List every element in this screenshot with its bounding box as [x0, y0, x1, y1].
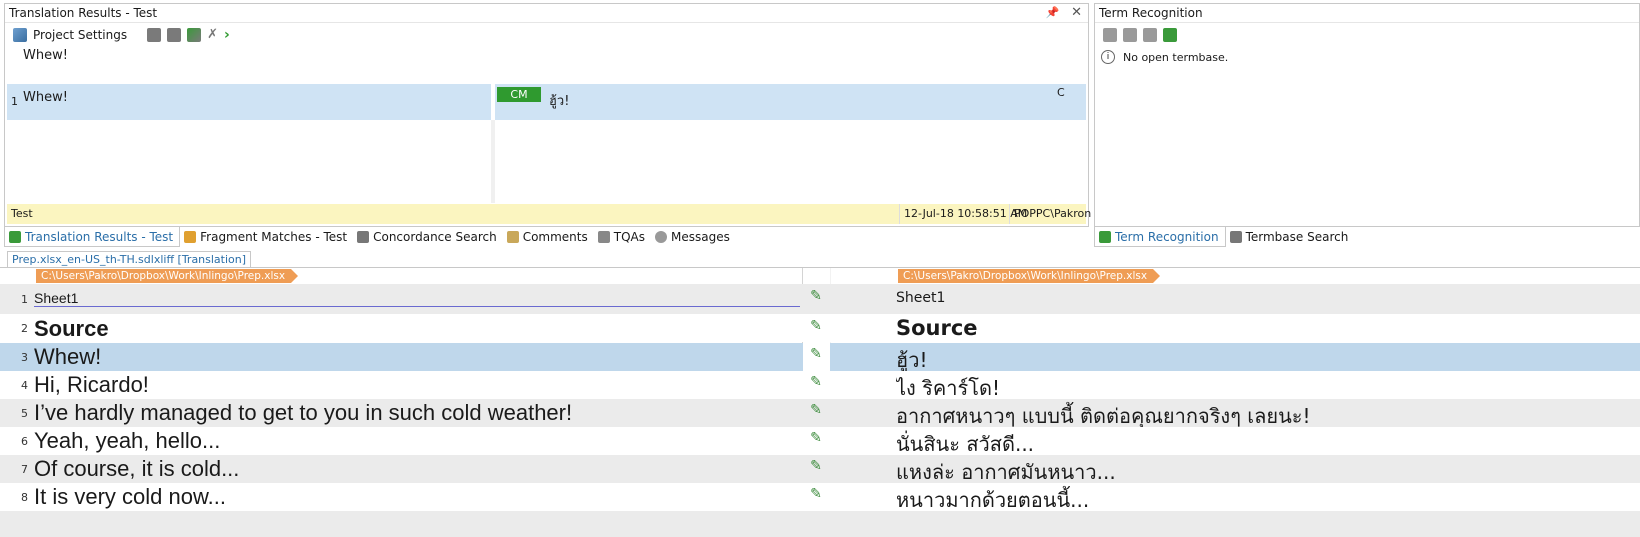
- segment-source[interactable]: I’ve hardly managed to get to you in suc…: [34, 400, 800, 426]
- match-divider: [491, 84, 495, 120]
- segment-source[interactable]: Hi, Ricardo!: [34, 372, 800, 398]
- term-list-icon[interactable]: [1143, 28, 1157, 42]
- term-recognition-tabs: Term Recognition Termbase Search: [1094, 227, 1354, 247]
- segment-target[interactable]: Sheet1: [896, 290, 1640, 306]
- segment-number: 5: [21, 407, 28, 420]
- segment-number: 4: [21, 379, 28, 392]
- term-recognition-toolbar: [1095, 23, 1639, 47]
- translated-status-icon: ✎: [810, 458, 822, 474]
- insert-match-icon[interactable]: [147, 28, 162, 42]
- fragment-matches-icon: [184, 231, 197, 243]
- concordance-search-icon: [357, 231, 370, 243]
- translation-results-icon: [9, 230, 21, 243]
- segment-number: 3: [21, 351, 28, 364]
- tab-term-recognition[interactable]: Term Recognition: [1094, 227, 1226, 247]
- translated-status-icon: ✎: [810, 430, 822, 446]
- translated-status-icon: ✎: [810, 318, 822, 334]
- term-recognition-title: Term Recognition: [1095, 4, 1639, 23]
- pin-icon[interactable]: 📌: [1046, 6, 1060, 19]
- term-message: i No open termbase.: [1101, 50, 1228, 64]
- term-search-icon[interactable]: [1103, 28, 1117, 42]
- tab-concordance-search[interactable]: Concordance Search: [353, 227, 503, 247]
- project-settings-button[interactable]: Project Settings: [13, 23, 127, 47]
- match-source: Whew!: [23, 90, 68, 105]
- editor-document-tab[interactable]: Prep.xlsx_en-US_th-TH.sdlxliff [Translat…: [7, 251, 252, 268]
- segment-source[interactable]: Yeah, yeah, hello...: [34, 428, 800, 454]
- translated-status-icon: ✎: [810, 374, 822, 390]
- segment-row[interactable]: 1 Sheet1 ✎ Sheet1: [0, 284, 1640, 314]
- segment-row[interactable]: 7 Of course, it is cold... ✎ แหงล่ะ อากา…: [0, 455, 1640, 484]
- tqas-icon: [597, 231, 610, 243]
- tab-translation-results[interactable]: Translation Results - Test: [4, 227, 181, 247]
- match-date: 12-Jul-18 10:58:51 AM: [899, 204, 1027, 224]
- translated-status-icon: ✎: [810, 288, 822, 304]
- translation-results-toolbar: Project Settings ✗ ›: [5, 23, 1088, 47]
- comments-icon: [506, 231, 519, 243]
- apply-match-icon[interactable]: [167, 28, 182, 42]
- segment-source[interactable]: It is very cold now...: [34, 484, 800, 510]
- source-path-tag: C:\Users\Pakro\Dropbox\Work\Inlingo\Prep…: [36, 269, 299, 283]
- segment-number: 6: [21, 435, 28, 448]
- translation-results-tabs: Translation Results - Test Fragment Matc…: [4, 227, 736, 247]
- termbase-icon[interactable]: [1163, 28, 1177, 42]
- term-recognition-panel: Term Recognition i No open termbase.: [1094, 3, 1640, 227]
- segment-source[interactable]: Sheet1: [34, 290, 800, 307]
- project-settings-label: Project Settings: [33, 28, 128, 42]
- apply-translation-icon[interactable]: [187, 28, 202, 42]
- match-row[interactable]: 1 Whew! CM ฮู้ว! C: [7, 84, 1086, 120]
- segment-number: 8: [21, 491, 28, 504]
- segment-number: 2: [21, 322, 28, 335]
- term-recognition-icon: [1099, 230, 1111, 243]
- source-preview: Whew!: [23, 48, 68, 63]
- segment-row[interactable]: [0, 511, 1640, 537]
- match-target: ฮู้ว!: [549, 94, 570, 109]
- segment-row-active[interactable]: 3 Whew! ✎ ฮู้ว!: [0, 343, 1640, 372]
- termbase-search-icon: [1229, 231, 1242, 243]
- next-arrow-icon[interactable]: ›: [224, 23, 230, 47]
- tab-tqas[interactable]: TQAs: [594, 227, 651, 247]
- segment-row[interactable]: 8 It is very cold now... ✎ หนาวมากด้วยตอ…: [0, 483, 1640, 512]
- translated-status-icon: ✎: [810, 486, 822, 502]
- segment-source[interactable]: Whew!: [34, 344, 800, 370]
- translation-results-title: Translation Results - Test: [5, 4, 1088, 23]
- info-icon: i: [1101, 50, 1115, 64]
- tab-termbase-search[interactable]: Termbase Search: [1226, 227, 1355, 247]
- translation-results-panel: Translation Results - Test 📌 ✕ Project S…: [4, 3, 1091, 227]
- results-divider: [491, 120, 495, 203]
- add-term-icon[interactable]: [1123, 28, 1137, 42]
- match-origin-name: Test: [11, 207, 33, 220]
- match-user: POPPC\Pakron: [1009, 204, 1091, 224]
- match-row-number: 1: [11, 95, 18, 108]
- match-status-bar: Test 12-Jul-18 10:58:51 AM POPPC\Pakron: [7, 204, 1091, 224]
- segment-target[interactable]: Source: [896, 316, 1640, 340]
- close-icon[interactable]: ✕: [1071, 5, 1082, 20]
- translated-status-icon: ✎: [810, 346, 822, 362]
- segment-source[interactable]: Of course, it is cold...: [34, 456, 800, 482]
- segment-source[interactable]: Source: [34, 316, 800, 342]
- segment-number: 7: [21, 463, 28, 476]
- tab-messages[interactable]: Messages: [651, 227, 736, 247]
- segment-row[interactable]: 5 I’ve hardly managed to get to you in s…: [0, 399, 1640, 428]
- segment-row[interactable]: 6 Yeah, yeah, hello... ✎ นั่นสินะ สวัสดี…: [0, 427, 1640, 456]
- target-path-tag: C:\Users\Pakro\Dropbox\Work\Inlingo\Prep…: [898, 269, 1161, 283]
- messages-icon: [655, 231, 667, 243]
- filter-icon[interactable]: ✗: [207, 23, 218, 47]
- editor-top-line: [0, 267, 1640, 268]
- match-badge: CM: [497, 87, 541, 102]
- segment-row[interactable]: 2 Source ✎ Source: [0, 314, 1640, 342]
- project-settings-icon: [13, 28, 27, 42]
- match-flag: C: [1057, 86, 1065, 99]
- segment-number: 1: [21, 293, 28, 306]
- tab-fragment-matches[interactable]: Fragment Matches - Test: [180, 227, 353, 247]
- translated-status-icon: ✎: [810, 402, 822, 418]
- panel-controls: 📌 ✕: [1038, 4, 1082, 22]
- segment-row[interactable]: 4 Hi, Ricardo! ✎ ไง ริคาร์โด!: [0, 371, 1640, 400]
- tab-comments[interactable]: Comments: [503, 227, 594, 247]
